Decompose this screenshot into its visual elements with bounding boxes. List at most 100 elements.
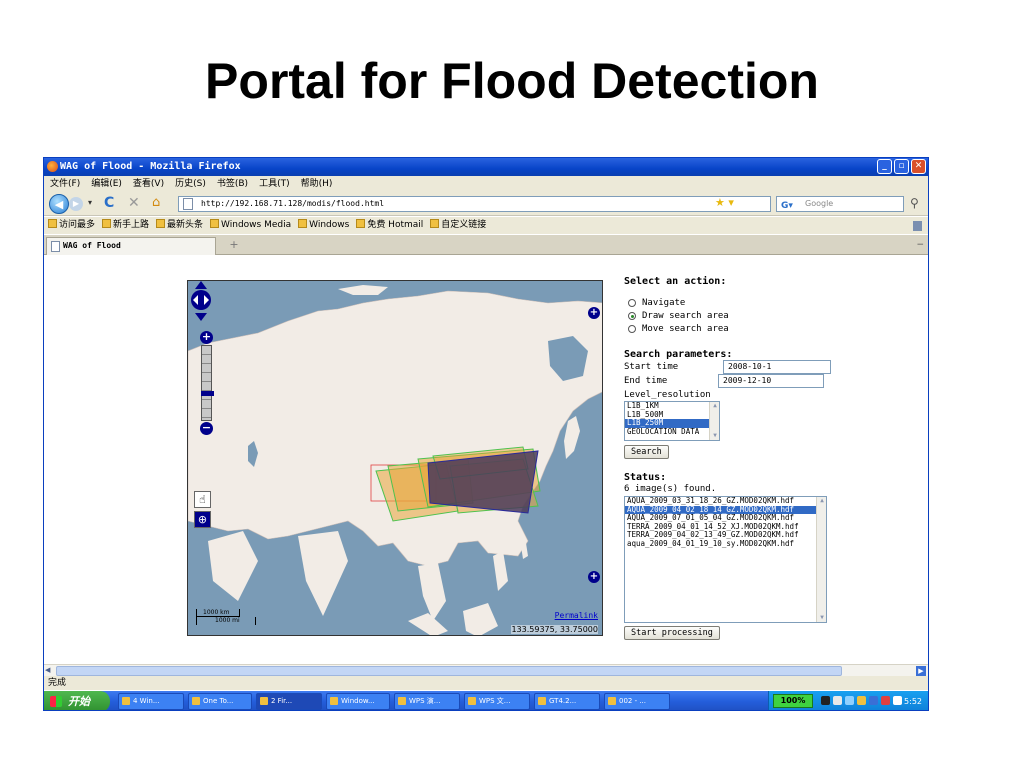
tray-app-icon[interactable] (833, 696, 842, 705)
home-icon[interactable]: ⌂ (152, 195, 160, 210)
taskbar-item[interactable]: 4 Win... (118, 693, 184, 710)
window-title: WAG of Flood - Mozilla Firefox (60, 161, 241, 172)
tray-app-icon[interactable] (869, 696, 878, 705)
map-viewer[interactable]: + − + + ☝ ⊕ 1000 km 1000 mi Permalink 13… (187, 280, 603, 636)
reload-icon[interactable]: C (104, 195, 114, 211)
level-option[interactable]: GEOLOCATION DATA (625, 427, 719, 437)
radio-navigate[interactable]: Navigate (628, 298, 685, 308)
menu-tools[interactable]: 工具(T) (259, 176, 290, 192)
horizontal-scrollbar[interactable]: ◀ ▶ (44, 664, 928, 676)
menu-edit[interactable]: 编辑(E) (91, 176, 122, 192)
taskbar-item[interactable]: One To... (188, 693, 252, 710)
new-tab-icon[interactable]: + (224, 238, 244, 254)
tray-app-icon[interactable] (857, 696, 866, 705)
back-arrow-icon[interactable]: ◀ (49, 194, 69, 214)
zoom-bar[interactable]: + − (200, 331, 214, 435)
bookmark-item[interactable]: 新手上路 (102, 217, 149, 234)
scroll-right-icon[interactable]: ▶ (916, 666, 926, 676)
menu-bookmarks[interactable]: 书签(B) (217, 176, 248, 192)
rss-icon (156, 219, 166, 228)
zoom-slider[interactable] (201, 345, 214, 421)
page-content: + − + + ☝ ⊕ 1000 km 1000 mi Permalink 13… (44, 256, 928, 664)
menu-help[interactable]: 帮助(H) (301, 176, 333, 192)
zoom-handle[interactable] (201, 391, 214, 396)
search-placeholder: Google (805, 199, 834, 208)
wps-writer-icon (468, 697, 476, 705)
status-text: 6 image(s) found. (624, 484, 717, 494)
zoom-box-icon[interactable]: ⊕ (194, 511, 211, 528)
close-button[interactable]: ✕ (911, 159, 926, 174)
tray-app-icon[interactable] (821, 696, 830, 705)
radio-button[interactable] (628, 312, 636, 320)
sumatra (408, 613, 448, 635)
scroll-thumb[interactable] (56, 666, 842, 676)
bookmark-item[interactable]: 最新头条 (156, 217, 203, 234)
search-button[interactable]: Search (624, 445, 669, 459)
scroll-up-icon[interactable]: ▲ (818, 497, 826, 505)
menu-file[interactable]: 文件(F) (50, 176, 80, 192)
battery-indicator[interactable]: 100% (773, 694, 813, 708)
end-time-input[interactable]: 2009-12-10 (718, 374, 824, 388)
scroll-down-icon[interactable]: ▼ (711, 432, 719, 440)
tab-wag-of-flood[interactable]: WAG of Flood (46, 237, 216, 255)
radio-draw-search-area[interactable]: Draw search area (628, 311, 729, 321)
url-text: http://192.168.71.128/modis/flood.html (201, 199, 385, 208)
history-dropdown-icon[interactable]: ▾ (88, 198, 92, 207)
system-tray: 100% 5:52 (768, 691, 928, 710)
address-bar[interactable]: http://192.168.71.128/modis/flood.html (178, 196, 771, 212)
taskbar-item[interactable]: WPS 文... (464, 693, 530, 710)
bookmark-item[interactable]: Windows Media (210, 217, 291, 234)
radio-label: Draw search area (642, 311, 729, 321)
pan-control[interactable] (188, 281, 214, 321)
taskbar-item[interactable]: WPS 演... (394, 693, 460, 710)
layer-switcher-icon[interactable]: + (588, 307, 600, 319)
window-titlebar[interactable]: WAG of Flood - Mozilla Firefox _ ▫ ✕ (44, 158, 928, 176)
maximize-button[interactable]: ▫ (894, 159, 909, 174)
start-processing-button[interactable]: Start processing (624, 626, 720, 640)
tab-bar: WAG of Flood + − (44, 235, 928, 255)
taskbar-item[interactable]: 2 Fir... (256, 693, 322, 710)
forward-arrow-icon[interactable]: ▶ (69, 197, 83, 211)
radio-button[interactable] (628, 325, 636, 333)
zoom-out-icon[interactable]: − (200, 422, 213, 435)
scrollbar[interactable]: ▲ ▼ (709, 402, 719, 440)
level-resolution-select[interactable]: L1B_1KM L1B_500M L1B_250M GEOLOCATION DA… (624, 401, 720, 441)
tray-app-icon[interactable] (893, 696, 902, 705)
bookmark-item[interactable]: 自定义链接 (430, 217, 486, 234)
taskbar-item[interactable]: GT4.2... (534, 693, 600, 710)
search-input[interactable]: G▾ Google (776, 196, 904, 212)
bookmark-item[interactable]: 访问最多 (48, 217, 95, 234)
bookmarks-menu-icon[interactable] (913, 221, 922, 231)
results-list[interactable]: AQUA_2009_03_31_18_26_GZ.MOD02QKM.hdf AQ… (624, 496, 827, 623)
tab-list-icon[interactable]: − (916, 240, 924, 250)
scroll-down-icon[interactable]: ▼ (818, 614, 826, 622)
taskbar-item[interactable]: Window... (326, 693, 390, 710)
pan-up-icon (195, 281, 207, 289)
start-button[interactable]: 开始 (44, 691, 110, 710)
radio-button[interactable] (628, 299, 636, 307)
app-icon (538, 697, 546, 705)
minimize-button[interactable]: _ (877, 159, 892, 174)
hand-pan-icon[interactable]: ☝ (194, 491, 211, 508)
bookmark-star-icon[interactable]: ★ ▾ (715, 196, 734, 209)
bookmark-item[interactable]: 免费 Hotmail (356, 217, 423, 234)
menu-history[interactable]: 历史(S) (175, 176, 206, 192)
overview-map-icon[interactable]: + (588, 571, 600, 583)
zoom-in-icon[interactable]: + (200, 331, 213, 344)
taskbar-label: Window... (341, 697, 375, 705)
bookmark-item[interactable]: Windows (298, 217, 349, 234)
magnifier-icon[interactable]: ⚲ (910, 196, 919, 210)
result-item[interactable]: aqua_2009_04_01_19_10_sy.MOD02QKM.hdf (625, 539, 826, 549)
start-time-input[interactable]: 2008-10-1 (723, 360, 831, 374)
taskbar-item[interactable]: 002 - ... (604, 693, 670, 710)
firefox-icon (47, 161, 58, 172)
scrollbar[interactable]: ▲ ▼ (816, 497, 826, 622)
stop-icon[interactable]: ✕ (128, 195, 140, 211)
permalink-link[interactable]: Permalink (555, 611, 598, 620)
menu-view[interactable]: 查看(V) (133, 176, 164, 192)
tray-app-icon[interactable] (881, 696, 890, 705)
scroll-left-icon[interactable]: ◀ (45, 666, 50, 674)
tray-app-icon[interactable] (845, 696, 854, 705)
scroll-up-icon[interactable]: ▲ (711, 402, 719, 410)
radio-move-search-area[interactable]: Move search area (628, 324, 729, 334)
